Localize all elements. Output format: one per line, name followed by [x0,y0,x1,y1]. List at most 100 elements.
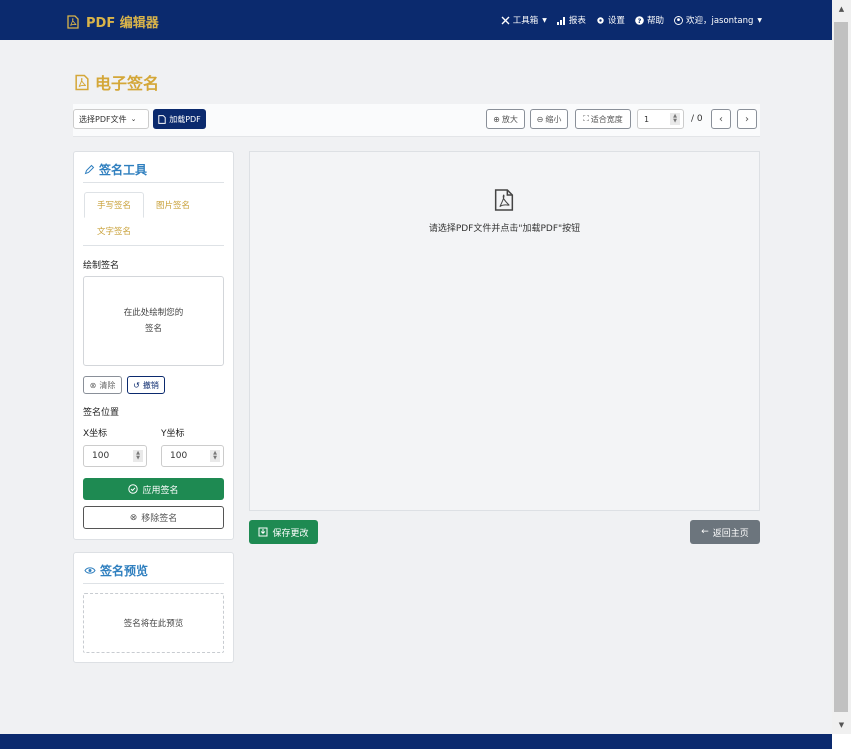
signature-tools-title-text: 签名工具 [99,163,148,177]
x-coordinate-label: X坐标 [83,429,108,439]
signature-position-label: 签名位置 [83,408,120,418]
x-circle-icon: ⊗ [89,380,97,390]
chevron-down-icon: ⌄ [130,115,137,123]
signature-preview-placeholder: 签名将在此预览 [123,619,184,629]
zoom-out-button[interactable]: ⊖ 缩小 [530,109,568,129]
fit-width-button[interactable]: ⛶ 适合宽度 [575,109,631,129]
zoom-out-label: 缩小 [545,114,562,124]
page-total: / 0 [691,114,703,124]
arrow-left-icon: ← [701,527,709,537]
question-circle-icon: ? [635,15,644,25]
clear-button[interactable]: ⊗ 清除 [83,376,122,394]
page-number-input[interactable]: 1 ▲ ▼ [637,109,684,129]
tab-text-signature[interactable]: 文字签名 [84,218,144,244]
nav-settings-label: 设置 [607,16,625,26]
back-home-label: 返回主页 [712,528,749,539]
canvas-hint: 在此处绘制您的 签名 [124,305,184,337]
draw-signature-label: 绘制签名 [83,261,120,271]
back-home-button[interactable]: ← 返回主页 [690,520,760,544]
pdf-file-icon [494,189,514,211]
undo-icon: ↺ [133,380,140,390]
expand-icon: ⛶ [583,114,589,123]
nav-report-label: 报表 [568,16,586,26]
chevron-left-icon: ‹ [719,113,723,125]
eye-icon [84,567,96,574]
pdf-viewer[interactable]: 请选择PDF文件并点击"加载PDF"按钮 [249,151,760,511]
tools-icon [501,16,510,24]
scrollbar-thumb[interactable] [834,22,848,712]
save-icon [258,527,268,537]
page-title-text: 电子签名 [95,74,160,93]
nav-report[interactable]: 报表 [556,14,586,26]
caret-down-icon: ▼ [757,16,762,24]
check-circle-icon [128,484,139,494]
y-coordinate-label: Y坐标 [161,429,185,439]
apply-signature-label: 应用签名 [142,485,179,496]
divider [83,182,224,183]
prev-page-button[interactable]: ‹ [711,109,731,129]
svg-text:?: ? [638,17,642,25]
tab-image-signature[interactable]: 图片签名 [146,192,200,218]
save-changes-label: 保存更改 [272,528,309,539]
x-coordinate-value: 100 [92,451,110,461]
nav-tools[interactable]: 工具箱 ▼ [501,14,547,26]
remove-signature-button[interactable]: ⊗ 移除签名 [83,506,224,529]
next-page-button[interactable]: › [737,109,757,129]
tab-divider [83,245,224,246]
nav-settings[interactable]: 设置 [596,14,625,26]
caret-down-icon: ▼ [542,16,547,24]
viewer-empty-message: 请选择PDF文件并点击"加载PDF"按钮 [428,224,581,234]
undo-button[interactable]: ↺ 撤销 [127,376,165,394]
signature-preview-title-text: 签名预览 [100,564,149,578]
page-number-spinner[interactable]: ▲ ▼ [670,113,680,125]
pdf-file-select[interactable]: 选择PDF文件 ⌄ [73,109,149,129]
x-circle-icon: ⊗ [129,512,138,523]
clear-label: 清除 [99,380,116,390]
fit-width-label: 适合宽度 [590,114,623,124]
footer-bar [0,734,851,749]
chevron-right-icon: › [745,113,749,125]
signature-preview-area: 签名将在此预览 [83,593,224,653]
pencil-icon [84,164,95,175]
user-circle-icon [674,15,683,25]
y-coordinate-value: 100 [170,451,188,461]
nav-menu: 工具箱 ▼ 报表 设置 ? 帮助 欢迎，jasontang ▼ [501,14,762,26]
pdf-file-icon [75,74,89,90]
pdf-file-select-label: 选择PDF文件 [79,114,127,124]
zoom-in-button[interactable]: ⊕ 放大 [486,109,525,129]
gear-icon [597,16,604,24]
page-title: 电子签名 [75,70,159,94]
x-coordinate-spinner[interactable]: ▲ ▼ [133,450,143,462]
canvas-hint-line1: 在此处绘制您的 [123,308,184,318]
nav-help[interactable]: ? 帮助 [635,14,664,26]
nav-help-label: 帮助 [646,16,664,26]
scroll-down-icon[interactable]: ▼ [832,716,851,734]
y-coordinate-spinner[interactable]: ▲ ▼ [210,450,220,462]
page-number-value: 1 [644,114,650,124]
signature-canvas[interactable]: 在此处绘制您的 签名 [83,276,224,366]
pdf-file-icon [67,14,79,29]
load-pdf-button[interactable]: 加载PDF [153,109,206,129]
nav-user[interactable]: 欢迎，jasontang ▼ [674,14,762,26]
top-navbar: PDF 编辑器 工具箱 ▼ 报表 设置 ? 帮助 欢迎，jasontang ▼ [0,0,832,40]
canvas-hint-line2: 签名 [144,324,162,334]
scroll-corner [832,734,851,749]
nav-user-label: 欢迎，jasontang [685,16,754,26]
signature-preview-title: 签名预览 [84,562,148,579]
signature-tools-title: 签名工具 [84,161,147,178]
zoom-out-icon: ⊖ [536,114,544,124]
undo-label: 撤销 [142,380,159,390]
nav-tools-label: 工具箱 [512,16,539,26]
y-coordinate-input[interactable]: 100 ▲ ▼ [161,445,224,467]
save-changes-button[interactable]: 保存更改 [249,520,318,544]
x-coordinate-input[interactable]: 100 ▲ ▼ [83,445,147,467]
zoom-in-label: 放大 [501,114,518,124]
load-pdf-label: 加载PDF [169,114,201,124]
scroll-up-icon[interactable]: ▲ [832,0,851,18]
divider [83,583,224,584]
brand[interactable]: PDF 编辑器 [67,12,159,31]
pdf-toolbar: 选择PDF文件 ⌄ 加载PDF ⊕ 放大 ⊖ 缩小 ⛶ 适合宽度 1 ▲ ▼ / … [73,104,760,137]
pdf-file-icon [158,114,166,124]
tab-handwrite[interactable]: 手写签名 [84,192,144,218]
apply-signature-button[interactable]: 应用签名 [83,478,224,500]
